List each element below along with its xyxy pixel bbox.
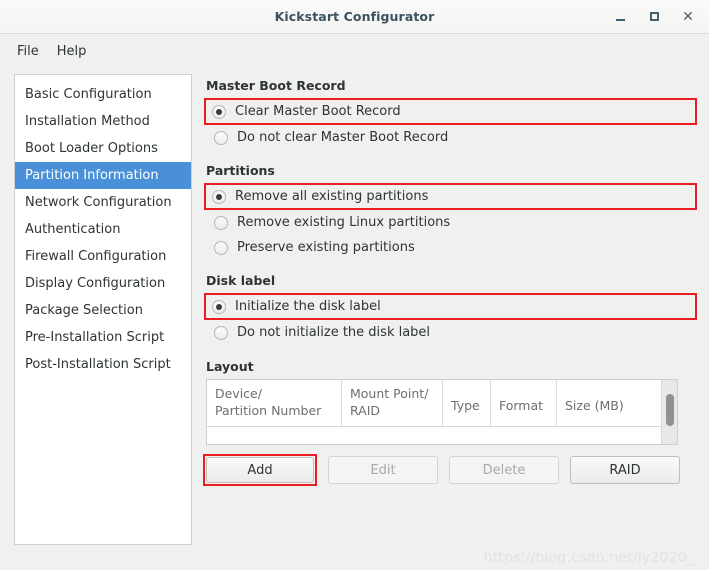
radio-preserve-existing-partitions[interactable]: Preserve existing partitions [206,235,697,260]
sidebar-item-firewall-configuration[interactable]: Firewall Configuration [15,243,191,270]
watermark-text: https://blog.csdn.net/ly2020_ [483,550,694,566]
sidebar-item-basic-configuration[interactable]: Basic Configuration [15,81,191,108]
radio-label: Clear Master Boot Record [235,104,401,119]
sidebar-item-pre-installation-script[interactable]: Pre-Installation Script [15,324,191,351]
edit-button[interactable]: Edit [328,456,438,484]
sidebar-item-package-selection[interactable]: Package Selection [15,297,191,324]
radio-label: Do not clear Master Boot Record [237,130,449,145]
sidebar-item-partition-information[interactable]: Partition Information [15,162,191,189]
kickstart-configurator-window: Kickstart Configurator ✕ File Help Basic… [0,0,709,570]
titlebar: Kickstart Configurator ✕ [0,0,709,34]
radio-indicator-icon [214,215,228,230]
radio-remove-all-existing-partitions[interactable]: Remove all existing partitions [204,183,697,210]
sidebar-item-installation-method[interactable]: Installation Method [15,108,191,135]
radio-label: Remove existing Linux partitions [237,215,451,230]
window-title: Kickstart Configurator [274,9,435,24]
menu-item-help[interactable]: Help [48,41,96,62]
partition-information-panel: Master Boot Record Clear Master Boot Rec… [192,74,697,566]
content-area: Basic Configuration Installation Method … [0,68,709,570]
raid-button[interactable]: RAID [570,456,680,484]
table-body-empty [207,427,677,444]
section-title-partitions: Partitions [206,163,275,178]
radio-indicator-icon [214,325,228,340]
sidebar-item-display-configuration[interactable]: Display Configuration [15,270,191,297]
column-header-format[interactable]: Format [491,380,557,426]
column-header-type[interactable]: Type [443,380,491,426]
radio-clear-master-boot-record[interactable]: Clear Master Boot Record [204,98,697,125]
sidebar-item-authentication[interactable]: Authentication [15,216,191,243]
column-header-device-partition-number[interactable]: Device/ Partition Number [207,380,342,426]
partition-layout-table[interactable]: Device/ Partition Number Mount Point/ RA… [206,379,678,445]
radio-indicator-icon [212,189,226,204]
menu-item-file[interactable]: File [8,41,48,62]
radio-label: Preserve existing partitions [237,240,415,255]
minimize-button[interactable] [603,0,637,33]
radio-label: Remove all existing partitions [235,189,429,204]
radio-remove-existing-linux-partitions[interactable]: Remove existing Linux partitions [206,210,697,235]
radio-indicator-icon [212,104,226,119]
add-button-highlight: Add [203,454,317,486]
table-header-row: Device/ Partition Number Mount Point/ RA… [207,380,677,427]
radio-label: Initialize the disk label [235,299,381,314]
radio-indicator-icon [214,130,228,145]
maximize-icon [649,12,659,21]
close-icon: ✕ [682,8,694,25]
sidebar-item-boot-loader-options[interactable]: Boot Loader Options [15,135,191,162]
radio-indicator-icon [214,240,228,255]
radio-do-not-initialize-the-disk-label[interactable]: Do not initialize the disk label [206,320,697,345]
delete-button[interactable]: Delete [449,456,559,484]
minimize-icon [615,19,625,21]
column-header-mount-point-raid[interactable]: Mount Point/ RAID [342,380,443,426]
section-title-disk-label: Disk label [206,273,276,288]
sidebar-navigation: Basic Configuration Installation Method … [14,74,192,545]
close-button[interactable]: ✕ [671,0,705,33]
radio-indicator-icon [212,299,226,314]
add-button[interactable]: Add [206,457,314,483]
section-title-master-boot-record: Master Boot Record [206,78,346,93]
window-controls: ✕ [603,0,705,33]
sidebar-item-post-installation-script[interactable]: Post-Installation Script [15,351,191,378]
radio-initialize-the-disk-label[interactable]: Initialize the disk label [204,293,697,320]
radio-do-not-clear-master-boot-record[interactable]: Do not clear Master Boot Record [206,125,697,150]
table-vertical-scrollbar[interactable] [661,380,677,444]
menubar: File Help [0,34,709,68]
maximize-button[interactable] [637,0,671,33]
layout-button-row: Add Edit Delete RAID [203,454,697,486]
section-title-layout: Layout [206,359,254,374]
scrollbar-thumb[interactable] [666,394,674,426]
column-header-size-mb[interactable]: Size (MB) [557,380,661,426]
radio-label: Do not initialize the disk label [237,325,431,340]
sidebar-item-network-configuration[interactable]: Network Configuration [15,189,191,216]
